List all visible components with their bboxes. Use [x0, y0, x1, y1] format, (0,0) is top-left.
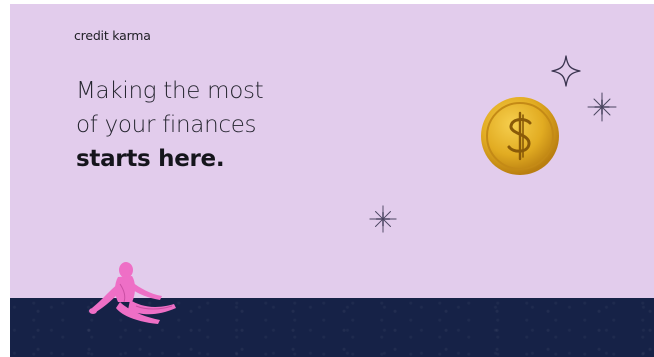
headline-line-2: of your finances — [76, 112, 257, 138]
star-sparkle-icon — [587, 92, 617, 122]
star-sparkle-icon — [369, 205, 397, 233]
hero-banner: credit karma Making the most of your fin… — [10, 4, 654, 357]
headline-line-3: starts here. — [76, 146, 225, 172]
credit-karma-logo[interactable]: credit karma — [74, 28, 151, 43]
headline-line-1: Making the most — [76, 78, 264, 104]
headline: Making the most of your finances starts … — [76, 74, 264, 176]
dollar-coin-icon — [481, 97, 559, 175]
person-figure-illustration — [89, 262, 176, 324]
diamond-sparkle-icon — [551, 55, 581, 87]
